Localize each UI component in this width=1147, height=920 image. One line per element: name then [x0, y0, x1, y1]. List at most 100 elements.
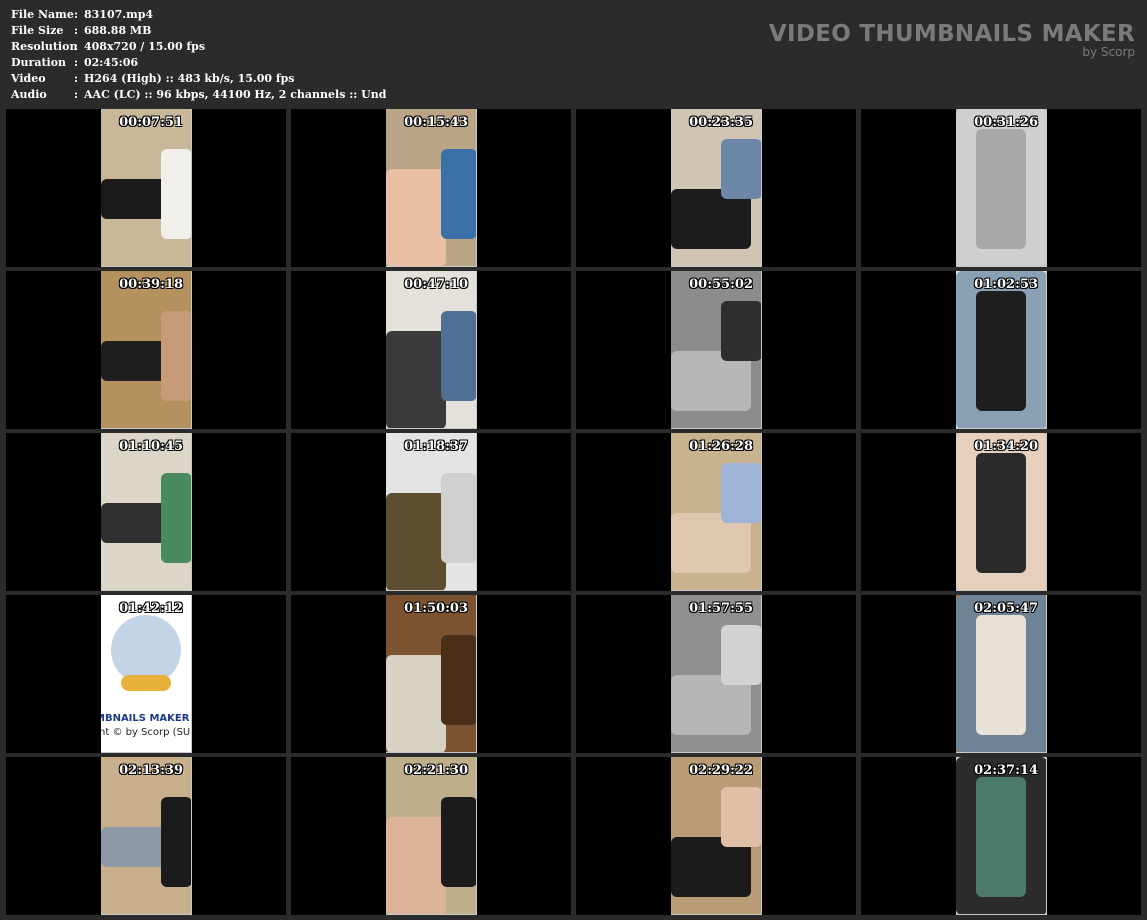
- logo-subtext: nt © by Scorp (SU: [101, 727, 191, 738]
- frame-shape: [161, 473, 191, 563]
- frame-shape: [386, 817, 446, 914]
- thumbnail-cell[interactable]: 02:37:14: [861, 757, 1141, 915]
- thumbnail-frame: 00:31:26: [956, 109, 1047, 267]
- frame-shape: [441, 473, 476, 563]
- logo-text: MBNAILS MAKER: [101, 713, 190, 724]
- thumbnail-cell[interactable]: 01:50:03: [291, 595, 571, 753]
- info-label: Resolution: [11, 40, 78, 53]
- info-separator: :: [74, 88, 79, 101]
- frame-shape: [976, 129, 1026, 249]
- timestamp-label: 01:02:53: [974, 277, 1038, 292]
- thumbnail-cell[interactable]: 00:47:10: [291, 271, 571, 429]
- thumbnail-frame: MBNAILS MAKER nt © by Scorp (SU 01:42:12: [101, 595, 192, 753]
- timestamp-label: 01:18:37: [404, 439, 468, 454]
- info-value: 02:45:06: [84, 56, 139, 69]
- info-value: H264 (High) :: 483 kb/s, 15.00 fps: [84, 72, 295, 85]
- thumbnail-frame: 00:23:35: [671, 109, 762, 267]
- info-label: File Size: [11, 24, 64, 37]
- info-separator: :: [74, 56, 79, 69]
- timestamp-label: 02:29:22: [689, 763, 753, 778]
- thumbnail-cell[interactable]: 00:31:26: [861, 109, 1141, 267]
- thumbnail-cell[interactable]: 00:39:18: [6, 271, 286, 429]
- thumbnail-frame: 02:05:47: [956, 595, 1047, 753]
- frame-shape: [721, 301, 761, 361]
- scroll-icon: [121, 675, 171, 691]
- thumbnail-frame: 01:18:37: [386, 433, 477, 591]
- info-label: Audio: [11, 88, 47, 101]
- thumbnail-cell[interactable]: 01:18:37: [291, 433, 571, 591]
- timestamp-label: 01:42:12: [119, 601, 183, 616]
- timestamp-label: 00:47:10: [404, 277, 468, 292]
- thumbnail-frame: 02:29:22: [671, 757, 762, 915]
- thumbnail-frame: 00:07:51: [101, 109, 192, 267]
- info-row: Resolution:408x720 / 15.00 fps: [11, 39, 386, 55]
- timestamp-label: 00:31:26: [974, 115, 1038, 130]
- info-value: AAC (LC) :: 96 kbps, 44100 Hz, 2 channel…: [84, 88, 387, 101]
- thumbnail-frame: 01:57:55: [671, 595, 762, 753]
- info-value: 408x720 / 15.00 fps: [84, 40, 206, 53]
- timestamp-label: 00:55:02: [689, 277, 753, 292]
- frame-shape: [386, 655, 446, 752]
- timestamp-label: 01:26:28: [689, 439, 753, 454]
- info-value: 688.88 MB: [84, 24, 152, 37]
- frame-shape: [441, 149, 476, 239]
- thumbnail-frame: 01:02:53: [956, 271, 1047, 429]
- frame-shape: [386, 493, 446, 590]
- thumbnail-cell[interactable]: 00:55:02: [576, 271, 856, 429]
- brand-title: VIDEO THUMBNAILS MAKER: [768, 21, 1135, 47]
- timestamp-label: 01:50:03: [404, 601, 468, 616]
- thumbnail-frame: 01:10:45: [101, 433, 192, 591]
- info-label: File Name: [11, 8, 74, 21]
- thumbnail-frame: 00:15:43: [386, 109, 477, 267]
- frame-shape: [976, 777, 1026, 897]
- thumbnail-cell[interactable]: 01:02:53: [861, 271, 1141, 429]
- frame-shape: [161, 149, 191, 239]
- frame-shape: [721, 625, 761, 685]
- frame-shape: [386, 169, 446, 266]
- thumbnail-cell[interactable]: 01:34:20: [861, 433, 1141, 591]
- frame-shape: [441, 311, 476, 401]
- thumbnail-cell[interactable]: 00:15:43: [291, 109, 571, 267]
- thumbnail-frame: 01:26:28: [671, 433, 762, 591]
- frame-shape: [721, 787, 761, 847]
- thumbnail-frame: 00:47:10: [386, 271, 477, 429]
- timestamp-label: 00:07:51: [119, 115, 183, 130]
- timestamp-label: 02:05:47: [974, 601, 1038, 616]
- thumbnail-cell[interactable]: 01:57:55: [576, 595, 856, 753]
- frame-shape: [161, 797, 191, 887]
- info-label: Video: [11, 72, 46, 85]
- timestamp-label: 02:13:39: [119, 763, 183, 778]
- thumbnail-frame: 02:37:14: [956, 757, 1047, 915]
- thumbnail-frame: 00:55:02: [671, 271, 762, 429]
- frame-shape: [161, 311, 191, 401]
- info-separator: :: [74, 8, 79, 21]
- frame-shape: [976, 453, 1026, 573]
- info-label: Duration: [11, 56, 67, 69]
- thumbnail-cell[interactable]: 02:21:30: [291, 757, 571, 915]
- info-row: File Size:688.88 MB: [11, 23, 386, 39]
- info-row: Audio: AAC (LC) :: 96 kbps, 44100 Hz, 2 c…: [11, 87, 386, 103]
- thumbnail-frame: 00:39:18: [101, 271, 192, 429]
- thumbnail-cell[interactable]: 02:13:39: [6, 757, 286, 915]
- info-separator: :: [74, 40, 79, 53]
- timestamp-label: 00:39:18: [119, 277, 183, 292]
- thumbnail-frame: 02:13:39: [101, 757, 192, 915]
- thumbnail-grid: 00:07:51 00:15:43 00:23:35 00:31:26 00:39:18…: [6, 109, 1141, 915]
- frame-shape: [976, 291, 1026, 411]
- thumbnail-cell[interactable]: 00:23:35: [576, 109, 856, 267]
- thumbnail-cell[interactable]: 00:07:51: [6, 109, 286, 267]
- thumbnail-cell[interactable]: 01:26:28: [576, 433, 856, 591]
- thumbnail-cell[interactable]: MBNAILS MAKER nt © by Scorp (SU 01:42:12: [6, 595, 286, 753]
- info-row: Duration:02:45:06: [11, 55, 386, 71]
- thumbnail-frame: 02:21:30: [386, 757, 477, 915]
- timestamp-label: 02:37:14: [974, 763, 1038, 778]
- thumbnail-frame: 01:34:20: [956, 433, 1047, 591]
- info-row: Video: H264 (High) :: 483 kb/s, 15.00 fps: [11, 71, 386, 87]
- frame-shape: [976, 615, 1026, 735]
- timestamp-label: 00:15:43: [404, 115, 468, 130]
- thumbnail-cell[interactable]: 02:29:22: [576, 757, 856, 915]
- info-value: 83107.mp4: [84, 8, 154, 21]
- info-row: File Name:83107.mp4: [11, 7, 386, 23]
- thumbnail-cell[interactable]: 01:10:45: [6, 433, 286, 591]
- thumbnail-cell[interactable]: 02:05:47: [861, 595, 1141, 753]
